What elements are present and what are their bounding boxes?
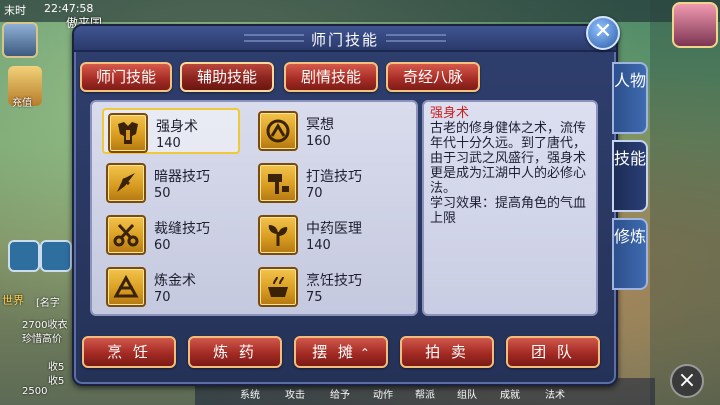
refine-medicine-button[interactable]: 炼 药 [188,336,282,368]
skill-item[interactable]: 中药医理 140 [254,212,392,258]
tab-school-skills[interactable]: 师门技能 [80,62,172,92]
menu-attack[interactable]: 攻击 [285,386,305,401]
tab-label: 辅助技能 [196,68,257,86]
chevron-up-icon: ⌃ [359,346,370,360]
skill-level: 160 [306,134,331,149]
skill-name: 冥想 [306,117,334,133]
skill-level: 70 [154,290,171,305]
skill-level: 60 [154,238,171,253]
side-tab-character[interactable]: 人物 [612,62,648,134]
button-label: 团 队 [531,343,575,361]
skill-list-panel: 强身术 140 冥想 160 暗器技巧 50 打造技巧 70 裁缝技巧 60 中… [90,100,418,316]
skill-description-panel: 强身术 古老的修身健体之术，流传年代十分久远。到了唐代，由于习武之风盛行，强身术… [422,100,598,316]
herb-icon [258,215,298,255]
auction-button[interactable]: 拍 卖 [400,336,494,368]
pet-avatar[interactable] [672,2,718,48]
tab-label: 奇经八脉 [402,68,463,86]
skill-name: 强身术 [156,119,198,135]
hud-time-label: 末时 [4,4,26,17]
menu-guild[interactable]: 帮派 [415,386,435,401]
chat-settings-icon[interactable] [40,240,72,272]
description-effect: 学习效果：提高角色的气血上限 [430,196,587,226]
skill-name: 打造技巧 [306,169,362,185]
chat-line: [名字 [36,298,60,309]
button-label: 炼 药 [213,343,257,361]
skill-item[interactable]: 冥想 160 [254,108,392,154]
meditation-icon-glyph [266,119,290,143]
side-tab-skills[interactable]: 技能 [612,140,648,212]
menu-action[interactable]: 动作 [373,386,393,401]
close-button[interactable]: ✕ [586,16,620,50]
chat-line: 收5 [48,362,65,373]
cook-button[interactable]: 烹 饪 [82,336,176,368]
menu-spell[interactable]: 法术 [545,386,565,401]
skill-level: 140 [306,238,331,253]
side-tab-cultivation[interactable]: 修炼 [612,218,648,290]
tab-meridians[interactable]: 奇经八脉 [386,62,480,92]
button-label: 拍 卖 [425,343,469,361]
menu-achievement[interactable]: 成就 [500,386,520,401]
tab-assist-skills[interactable]: 辅助技能 [180,62,274,92]
skill-name: 炼金术 [154,273,196,289]
skill-name: 烹饪技巧 [306,273,362,289]
modal-title: 师门技能 [310,31,379,49]
tab-story-skills[interactable]: 剧情技能 [284,62,378,92]
button-label: 烹 饪 [107,343,151,361]
skill-item[interactable]: 打造技巧 70 [254,160,392,206]
chat-line: 珍惜高价 [22,334,62,345]
skill-name: 裁缝技巧 [154,221,210,237]
armor-icon [108,113,148,153]
armor-icon-glyph [118,122,138,144]
skill-level: 50 [154,186,171,201]
chat-line: 收5 [48,376,65,387]
description-body: 古老的修身健体之术，流传年代十分久远。到了唐代，由于习武之风盛行，强身术更是成为… [430,121,587,196]
dart-icon-glyph [117,173,135,192]
team-button[interactable]: 团 队 [506,336,600,368]
description-title: 强身术 [430,106,470,121]
chat-line: 2700收衣 [22,320,68,331]
close-icon: ✕ [593,19,613,44]
side-tab-label: 人物 [614,71,647,90]
cooking-icon [258,267,298,307]
skill-level: 140 [156,136,181,151]
skill-level: 70 [306,186,323,201]
skill-item[interactable]: 裁缝技巧 60 [102,212,240,258]
button-label: 摆 摊 [312,343,356,361]
scissors-icon [106,215,146,255]
menu-give[interactable]: 给予 [330,386,350,401]
skill-item[interactable]: 炼金术 70 [102,264,240,310]
menu-system[interactable]: 系统 [240,386,260,401]
hammer-icon-glyph [268,174,289,194]
chat-line: 2500 [22,386,48,397]
scissors-icon-glyph [113,223,139,247]
hammer-icon [258,163,298,203]
skill-name: 中药医理 [306,221,362,237]
close-icon[interactable]: × [670,364,704,398]
chat-icon[interactable] [8,240,40,272]
world-channel-label: 世界 [2,294,24,307]
skill-level: 75 [306,290,323,305]
side-tab-label: 技能 [614,149,647,168]
stall-button[interactable]: 摆 摊 ⌃ [294,336,388,368]
modal-titlebar: 师门技能 [74,26,616,52]
team-list-panel [650,0,720,405]
skill-item[interactable]: 暗器技巧 50 [102,160,240,206]
menu-team[interactable]: 组队 [457,386,477,401]
alchemy-icon-glyph [113,274,139,298]
dart-icon [106,163,146,203]
tab-label: 剧情技能 [300,68,361,86]
herb-icon-glyph [268,225,288,246]
skill-item[interactable]: 强身术 140 [102,108,240,154]
skill-item[interactable]: 烹饪技巧 75 [254,264,392,310]
player-avatar[interactable] [2,22,38,58]
meditation-icon [258,111,298,151]
charge-label: 充值 [12,98,32,109]
cooking-icon-glyph [268,276,288,297]
skill-name: 暗器技巧 [154,169,210,185]
side-tab-label: 修炼 [614,227,647,246]
tab-label: 师门技能 [95,68,156,86]
alchemy-icon [106,267,146,307]
